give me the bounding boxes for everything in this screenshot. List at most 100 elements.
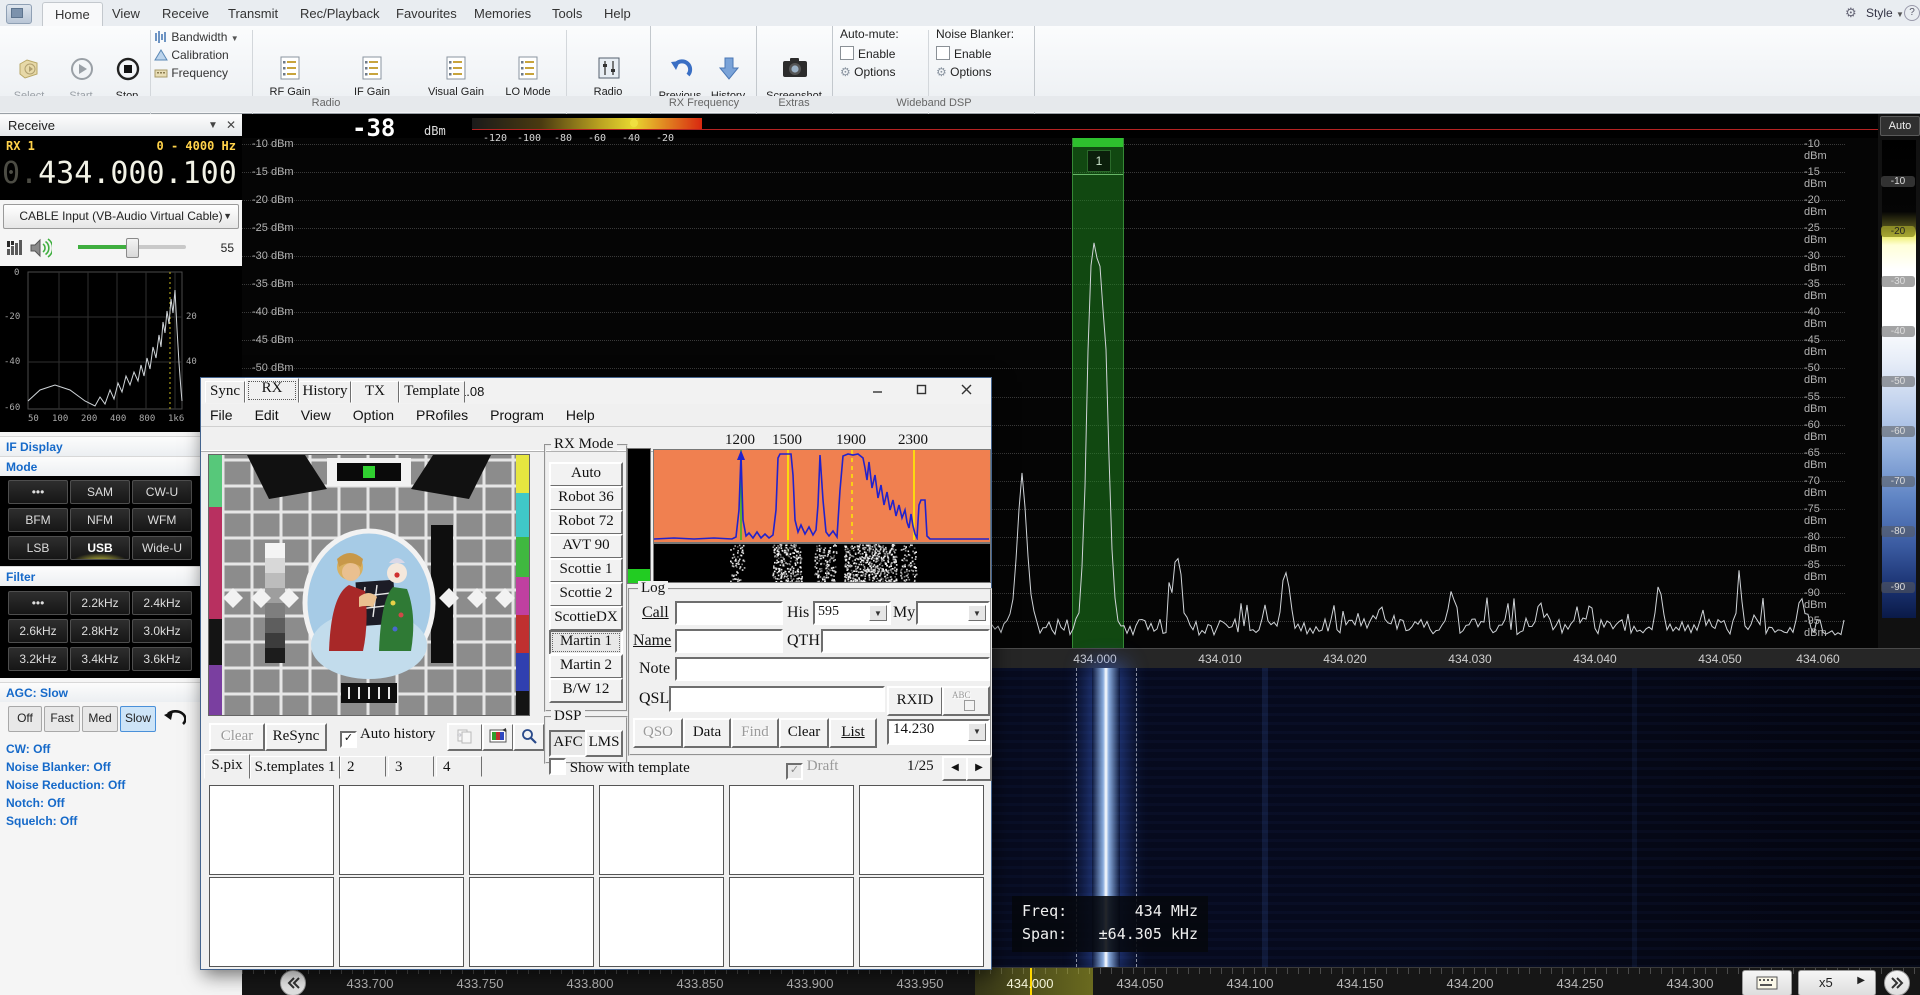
menu-profiles[interactable]: PRofiles xyxy=(407,404,477,423)
copy-button[interactable] xyxy=(447,723,483,751)
image-clear-button[interactable]: Clear xyxy=(209,723,265,751)
menu-help[interactable]: Help xyxy=(557,404,604,423)
mmsstv-tab-sync[interactable]: Sync xyxy=(205,381,245,403)
filter-36-button[interactable]: 3.6kHz xyxy=(132,647,192,671)
menu-edit[interactable]: Edit xyxy=(246,404,288,423)
bandwidth-menu[interactable]: Bandwidth ▼ xyxy=(154,30,254,46)
call-input[interactable] xyxy=(675,601,783,625)
scroll-left-button[interactable] xyxy=(280,970,306,995)
tab-spix[interactable]: S.pix xyxy=(204,754,250,779)
filter-more-button[interactable]: ••• xyxy=(8,591,68,615)
mode-wideu-button[interactable]: Wide-U xyxy=(132,536,192,560)
chevron-down-icon[interactable]: ▼ xyxy=(869,605,887,621)
thumbnail-slot[interactable] xyxy=(729,785,854,875)
my-combo[interactable]: ▼ xyxy=(916,601,990,625)
status-notch[interactable]: Notch: Off xyxy=(6,796,65,810)
filter-22-button[interactable]: 2.2kHz xyxy=(70,591,130,615)
bottom-frequency-bar[interactable]: 433.700 433.750 433.800 433.850 433.900 … xyxy=(242,967,1920,995)
rxmode-bw12[interactable]: B/W 12 xyxy=(549,678,623,703)
abc-checkbox-button[interactable]: ABC xyxy=(942,686,990,716)
chevron-down-icon[interactable]: ▼ xyxy=(968,605,986,621)
zoom-button[interactable]: x5 ▶ xyxy=(1798,970,1876,995)
menu-program[interactable]: Program xyxy=(481,404,553,423)
mode-wfm-button[interactable]: WFM xyxy=(132,508,192,532)
scroll-right-button[interactable] xyxy=(1884,970,1910,995)
menu-view[interactable]: View xyxy=(292,404,340,423)
tab-home[interactable]: Home xyxy=(42,2,103,27)
afc-button[interactable]: AFC xyxy=(549,730,587,757)
style-menu[interactable]: Style ▼ xyxy=(1866,6,1904,20)
thumbnail-slot[interactable] xyxy=(859,877,984,967)
tab-transmit[interactable]: Transmit xyxy=(216,2,290,26)
mode-cwu-button[interactable]: CW-U xyxy=(132,480,192,504)
undo-arrow-icon[interactable] xyxy=(162,708,186,728)
tab-favourites[interactable]: Favourites xyxy=(384,2,469,26)
rxmode-avt90[interactable]: AVT 90 xyxy=(549,534,623,559)
speaker-icon[interactable] xyxy=(30,238,52,258)
mode-usb-button[interactable]: USB xyxy=(70,536,130,560)
tab-receive[interactable]: Receive xyxy=(150,2,221,26)
mode-bfm-button[interactable]: BFM xyxy=(8,508,68,532)
rxmode-scottie1[interactable]: Scottie 1 xyxy=(549,558,623,583)
close-button[interactable] xyxy=(943,378,989,404)
rgb-image-button[interactable] xyxy=(482,723,514,751)
page-next-button[interactable]: ▶ xyxy=(966,756,992,781)
level-meter-icon[interactable] xyxy=(6,239,24,257)
palette-auto-button[interactable]: Auto xyxy=(1880,116,1920,136)
app-menu-button[interactable] xyxy=(6,4,32,24)
filter-30-button[interactable]: 3.0kHz xyxy=(132,619,192,643)
thumbnail-slot[interactable] xyxy=(209,785,334,875)
note-input[interactable] xyxy=(675,657,990,681)
status-noise-reduction[interactable]: Noise Reduction: Off xyxy=(6,778,125,792)
qth-input[interactable] xyxy=(821,629,990,653)
chevron-down-icon[interactable]: ▼ xyxy=(208,115,218,136)
close-icon[interactable]: ✕ xyxy=(226,115,236,136)
thumbnail-slot[interactable] xyxy=(599,785,724,875)
frequency-display[interactable]: RX 1 0 - 4000 Hz 0.434.000.100 xyxy=(0,136,242,200)
agc-med-button[interactable]: Med xyxy=(82,706,118,732)
filter-26-button[interactable]: 2.6kHz xyxy=(8,619,68,643)
tab-rec-playback[interactable]: Rec/Playback xyxy=(288,2,391,26)
thumbnail-slot[interactable] xyxy=(339,877,464,967)
thumbnail-slot[interactable] xyxy=(339,785,464,875)
menu-option[interactable]: Option xyxy=(344,404,403,423)
resync-button[interactable]: ReSync xyxy=(265,723,327,751)
auto-history-checkbox[interactable]: ✓ Auto history xyxy=(340,726,435,748)
keyboard-entry-button[interactable] xyxy=(1742,970,1792,995)
maximize-button[interactable] xyxy=(899,378,943,404)
chevron-down-icon[interactable]: ▼ xyxy=(968,723,986,741)
thumbnail-slot[interactable] xyxy=(599,877,724,967)
rxid-button[interactable]: RXID xyxy=(887,686,943,716)
agc-slow-button[interactable]: Slow xyxy=(120,706,156,732)
thumbnail-slot[interactable] xyxy=(859,785,984,875)
page-prev-button[interactable]: ◀ xyxy=(942,756,968,781)
tab-view[interactable]: View xyxy=(100,2,152,26)
mode-lsb-button[interactable]: LSB xyxy=(8,536,68,560)
filter-24-button[interactable]: 2.4kHz xyxy=(132,591,192,615)
thumbnail-slot[interactable] xyxy=(729,877,854,967)
minimize-button[interactable] xyxy=(855,378,899,404)
tab-stemplates1[interactable]: S.templates 1 xyxy=(250,756,340,779)
settings-gear-icon[interactable]: ⚙ xyxy=(1845,5,1860,20)
status-cw[interactable]: CW: Off xyxy=(6,742,50,756)
volume-slider-thumb[interactable] xyxy=(126,238,139,258)
mode-more-button[interactable]: ••• xyxy=(8,480,68,504)
filter-32-button[interactable]: 3.2kHz xyxy=(8,647,68,671)
menu-file[interactable]: File xyxy=(201,404,242,423)
frequency-button[interactable]: Frequency xyxy=(154,66,254,82)
rxmode-auto[interactable]: Auto xyxy=(549,462,623,487)
thumbnail-slot[interactable] xyxy=(469,877,594,967)
mmsstv-window[interactable]: F5OEO (F5OEO.MDT) - MMSSTV Ver 1.08 File… xyxy=(200,377,992,970)
data-button[interactable]: Data xyxy=(683,718,731,748)
filter-34-button[interactable]: 3.4kHz xyxy=(70,647,130,671)
his-combo[interactable]: 595 ▼ xyxy=(813,601,891,625)
mode-nfm-button[interactable]: NFM xyxy=(70,508,130,532)
status-noise-blanker[interactable]: Noise Blanker: Off xyxy=(6,760,111,774)
auto-mute-enable-checkbox[interactable]: Enable xyxy=(840,46,926,60)
rxmode-robot36[interactable]: Robot 36 xyxy=(549,486,623,511)
tab-stemplates4[interactable]: 4 xyxy=(436,756,482,777)
mmsstv-tab-template[interactable]: Template xyxy=(399,381,465,403)
filter-28-button[interactable]: 2.8kHz xyxy=(70,619,130,643)
tab-tools[interactable]: Tools xyxy=(540,2,594,26)
rxmode-robot72[interactable]: Robot 72 xyxy=(549,510,623,535)
